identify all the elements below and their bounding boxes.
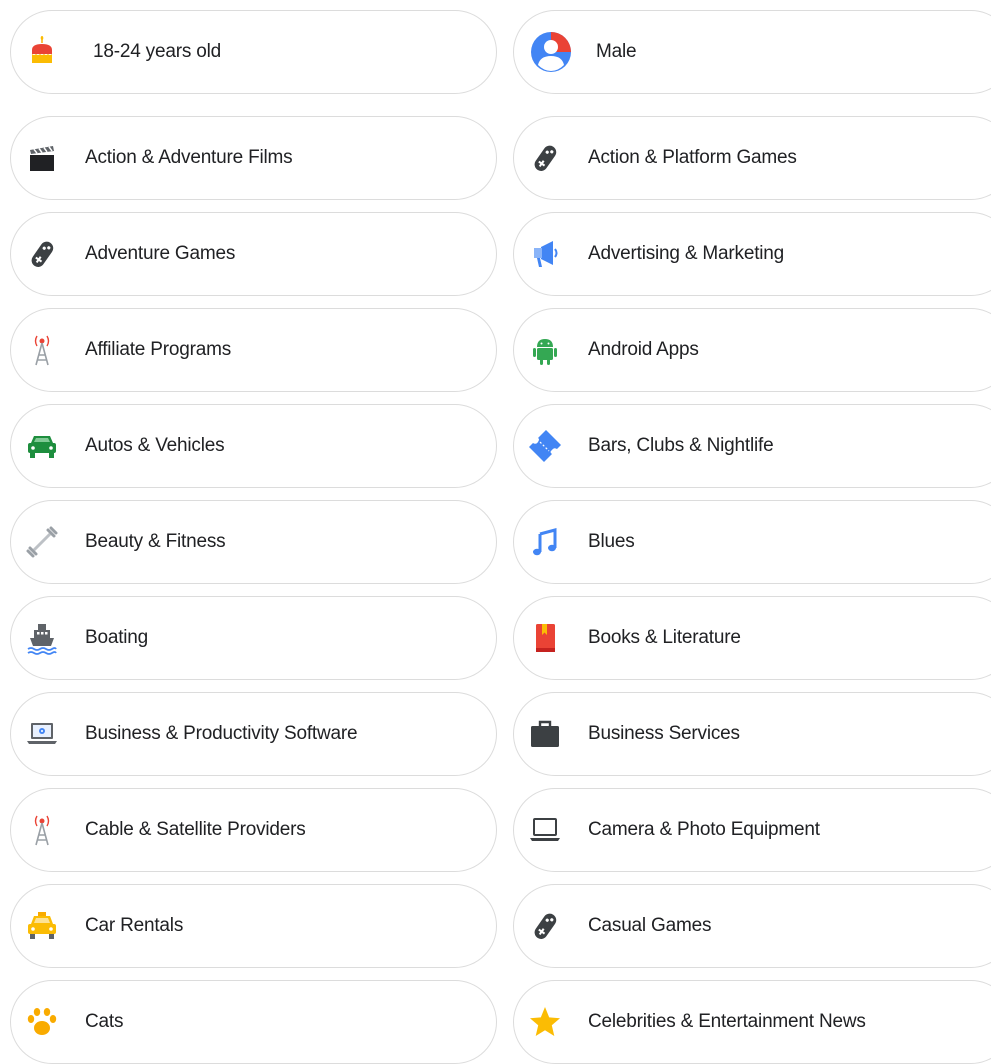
book-icon: [528, 621, 562, 655]
chip-label: Cats: [85, 1011, 124, 1032]
chip-interest[interactable]: Autos & Vehicles: [10, 404, 497, 488]
game-controller-icon: [528, 909, 562, 943]
chip-label: Action & Platform Games: [588, 147, 797, 168]
chip-interest[interactable]: Android Apps: [513, 308, 991, 392]
chip-label: Beauty & Fitness: [85, 531, 226, 552]
chip-label: Boating: [85, 627, 149, 648]
birthday-cake-icon: [25, 35, 59, 69]
chip-label: Business Services: [588, 723, 740, 744]
game-controller-icon: [528, 141, 562, 175]
chip-label: Casual Games: [588, 915, 712, 936]
chip-interest[interactable]: Advertising & Marketing: [513, 212, 991, 296]
chip-interest[interactable]: Car Rentals: [10, 884, 497, 968]
laptop-gear-icon: [25, 717, 59, 751]
chip-interest[interactable]: Cats: [10, 980, 497, 1064]
chip-label: Autos & Vehicles: [85, 435, 225, 456]
chip-interest[interactable]: Bars, Clubs & Nightlife: [513, 404, 991, 488]
taxi-icon: [25, 909, 59, 943]
chip-interest[interactable]: Cable & Satellite Providers: [10, 788, 497, 872]
chip-interest[interactable]: Business & Productivity Software: [10, 692, 497, 776]
paw-icon: [25, 1005, 59, 1039]
chip-label: Android Apps: [588, 339, 699, 360]
chip-label: Adventure Games: [85, 243, 236, 264]
interest-chip-grid: 18-24 years old Male Action & Adventure …: [0, 0, 991, 1064]
chip-label: Business & Productivity Software: [85, 723, 358, 744]
chip-interest[interactable]: Boating: [10, 596, 497, 680]
chip-gender[interactable]: Male: [513, 10, 991, 94]
laptop-icon: [528, 813, 562, 847]
chip-interest[interactable]: Business Services: [513, 692, 991, 776]
chip-label: Blues: [588, 531, 635, 552]
music-note-icon: [528, 525, 562, 559]
ship-icon: [25, 621, 59, 655]
dumbbell-icon: [25, 525, 59, 559]
chip-label: Celebrities & Entertainment News: [588, 1011, 866, 1032]
chip-label: Books & Literature: [588, 627, 741, 648]
chip-interest[interactable]: Casual Games: [513, 884, 991, 968]
chip-interest[interactable]: Blues: [513, 500, 991, 584]
chip-label: Advertising & Marketing: [588, 243, 785, 264]
android-icon: [528, 333, 562, 367]
megaphone-icon: [528, 237, 562, 271]
chip-age-range[interactable]: 18-24 years old: [10, 10, 497, 94]
chip-label: Affiliate Programs: [85, 339, 231, 360]
chip-interest[interactable]: Books & Literature: [513, 596, 991, 680]
car-icon: [25, 429, 59, 463]
chip-interest[interactable]: Camera & Photo Equipment: [513, 788, 991, 872]
radio-tower-icon: [25, 333, 59, 367]
radio-tower-icon: [25, 813, 59, 847]
person-avatar-icon: [530, 31, 572, 73]
chip-interest[interactable]: Action & Platform Games: [513, 116, 991, 200]
clapperboard-icon: [25, 141, 59, 175]
game-controller-icon: [25, 237, 59, 271]
chip-label: Car Rentals: [85, 915, 184, 936]
chip-label: Bars, Clubs & Nightlife: [588, 435, 774, 456]
chip-interest[interactable]: Adventure Games: [10, 212, 497, 296]
chip-interest[interactable]: Beauty & Fitness: [10, 500, 497, 584]
briefcase-icon: [528, 717, 562, 751]
ticket-icon: [528, 429, 562, 463]
chip-label: Cable & Satellite Providers: [85, 819, 306, 840]
star-icon: [528, 1005, 562, 1039]
chip-label: Camera & Photo Equipment: [588, 819, 820, 840]
chip-interest[interactable]: Affiliate Programs: [10, 308, 497, 392]
chip-label: Action & Adventure Films: [85, 147, 293, 168]
chip-interest[interactable]: Action & Adventure Films: [10, 116, 497, 200]
chip-label: Male: [596, 41, 637, 62]
chip-interest[interactable]: Celebrities & Entertainment News: [513, 980, 991, 1064]
chip-label: 18-24 years old: [93, 41, 221, 62]
